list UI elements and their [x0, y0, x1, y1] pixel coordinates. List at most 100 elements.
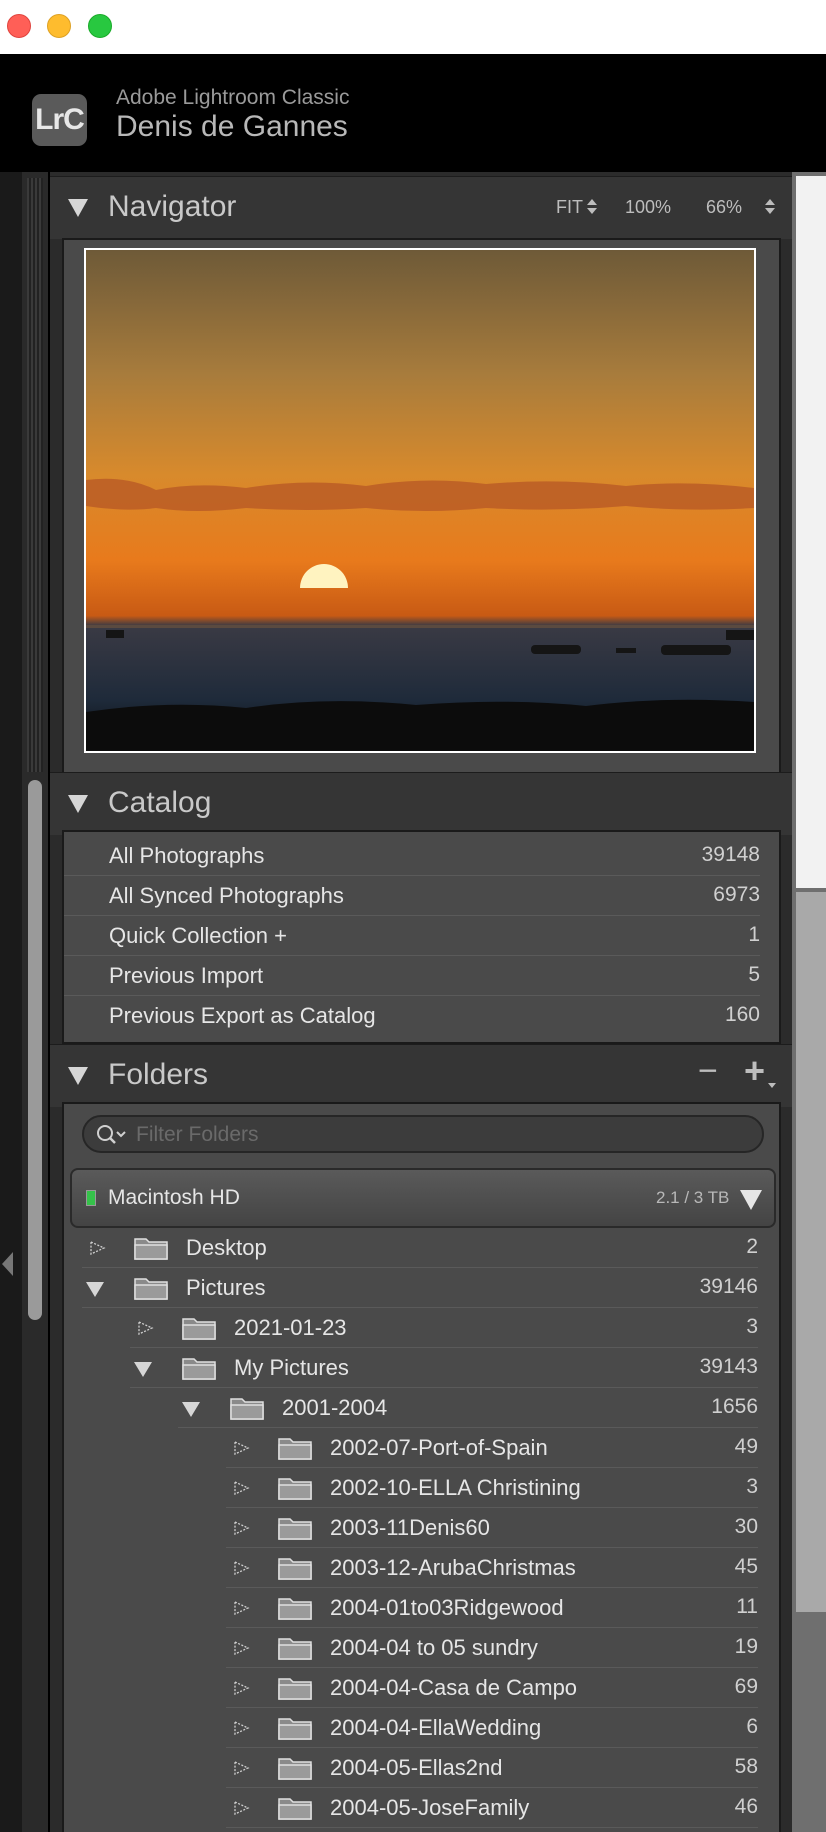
triangle-down-icon[interactable]	[68, 199, 88, 217]
folder-icon	[278, 1478, 312, 1500]
folder-label: 2004-04 to 05 sundry	[330, 1635, 538, 1660]
catalog-title: Catalog	[108, 786, 212, 819]
folder-row[interactable]: 2004-05-Ellas2nd 58	[226, 1748, 758, 1788]
folder-row[interactable]: 2002-10-ELLA Christining 3	[226, 1468, 758, 1508]
triangle-right-icon[interactable]	[234, 1801, 250, 1815]
folder-count: 2	[746, 1235, 758, 1258]
folder-row[interactable]: 2004-04-EllaWedding 6	[226, 1708, 758, 1748]
catalog-item-label: All Photographs	[109, 843, 265, 868]
catalog-item-all-synced-photographs[interactable]: All Synced Photographs 6973	[64, 876, 760, 916]
folder-row[interactable]: Desktop 2	[82, 1228, 758, 1268]
folder-row[interactable]: My Pictures 39143	[130, 1348, 758, 1388]
catalog-item-previous-import[interactable]: Previous Import 5	[64, 956, 760, 996]
catalog-item-quick-collection[interactable]: Quick Collection + 1	[64, 916, 760, 956]
dropdown-arrow-icon[interactable]	[768, 1083, 776, 1088]
folder-row[interactable]: 2004-04-Casa de Campo 69	[226, 1668, 758, 1708]
folder-icon	[182, 1358, 216, 1380]
folder-label: 2004-05-Ellas2nd	[330, 1755, 503, 1780]
zoom-fit-button[interactable]: FIT	[556, 197, 583, 218]
folder-row[interactable]: 2004-01to03Ridgewood 11	[226, 1588, 758, 1628]
folder-label: 2004-04-EllaWedding	[330, 1715, 542, 1740]
triangle-right-icon[interactable]	[234, 1641, 250, 1655]
folder-label: 2021-01-23	[234, 1315, 347, 1340]
catalog-item-label: Previous Export as Catalog	[109, 1003, 376, 1028]
folder-label: 2004-04-Casa de Campo	[330, 1675, 578, 1700]
volume-status-icon	[86, 1190, 96, 1206]
folder-count: 1656	[711, 1395, 758, 1418]
folder-row[interactable]: 2001-2004 1656	[178, 1388, 758, 1428]
minimize-window-button[interactable]	[47, 14, 71, 38]
triangle-right-icon[interactable]	[234, 1681, 250, 1695]
updown-arrow-icon	[765, 208, 775, 214]
left-panel-edge[interactable]	[0, 172, 22, 1832]
zoom-custom-button[interactable]: 66%	[706, 197, 742, 218]
triangle-down-icon[interactable]	[68, 1067, 88, 1085]
remove-folder-button[interactable]: −	[698, 1052, 718, 1091]
triangle-right-icon[interactable]	[234, 1441, 250, 1455]
folder-icon	[278, 1798, 312, 1820]
folder-label: 2002-10-ELLA Christining	[330, 1475, 581, 1500]
window-titlebar	[0, 0, 826, 54]
folder-count: 49	[734, 1435, 758, 1458]
folder-count: 39143	[699, 1355, 758, 1378]
close-window-button[interactable]	[7, 14, 31, 38]
triangle-down-icon[interactable]	[68, 795, 88, 813]
main-view-light-area	[796, 176, 826, 888]
triangle-down-icon[interactable]	[740, 1190, 762, 1210]
folder-row[interactable]: 2004-05-JoseFamily 46	[226, 1788, 758, 1828]
folder-count: 3	[746, 1315, 758, 1338]
folder-label: Pictures	[186, 1275, 266, 1300]
zoom-window-button[interactable]	[88, 14, 112, 38]
folder-count: 45	[734, 1555, 758, 1578]
catalog-item-count: 1	[748, 923, 760, 946]
folder-row[interactable]: 2004-04 to 05 sundry 19	[226, 1628, 758, 1668]
folders-title: Folders	[108, 1058, 209, 1091]
catalog-item-count: 39148	[701, 843, 760, 866]
folder-count: 39146	[699, 1275, 758, 1298]
folders-header[interactable]: Folders − +	[50, 1044, 792, 1107]
filter-folders-input[interactable]: Filter Folders	[82, 1115, 764, 1153]
folder-row[interactable]: Pictures 39146	[82, 1268, 758, 1308]
navigator-preview[interactable]	[84, 248, 756, 753]
triangle-right-icon[interactable]	[234, 1561, 250, 1575]
triangle-down-icon[interactable]	[134, 1362, 152, 1377]
folder-row[interactable]: 2021-01-23 3	[130, 1308, 758, 1348]
main-view-grey-area	[796, 892, 826, 1612]
triangle-right-icon[interactable]	[234, 1481, 250, 1495]
triangle-down-icon[interactable]	[86, 1282, 104, 1297]
triangle-right-icon[interactable]	[90, 1241, 106, 1255]
catalog-header[interactable]: Catalog	[50, 772, 792, 835]
triangle-right-icon[interactable]	[234, 1721, 250, 1735]
folder-label: Desktop	[186, 1235, 267, 1260]
volume-macintosh-hd[interactable]: Macintosh HD 2.1 / 3 TB	[70, 1168, 776, 1228]
folder-label: 2003-12-ArubaChristmas	[330, 1555, 576, 1580]
collapse-left-panel-icon[interactable]	[2, 1252, 13, 1276]
volume-usage: 2.1 / 3 TB	[656, 1188, 730, 1207]
volume-name: Macintosh HD	[108, 1186, 240, 1209]
add-folder-button[interactable]: +	[744, 1050, 765, 1092]
triangle-right-icon[interactable]	[234, 1761, 250, 1775]
scrollbar-thumb[interactable]	[28, 780, 42, 1320]
folder-count: 6	[746, 1715, 758, 1738]
folder-row[interactable]: 2003-12-ArubaChristmas 45	[226, 1548, 758, 1588]
catalog-item-previous-export[interactable]: Previous Export as Catalog 160	[64, 996, 760, 1036]
folder-icon	[278, 1598, 312, 1620]
zoom-100-button[interactable]: 100%	[625, 197, 671, 218]
triangle-right-icon[interactable]	[234, 1601, 250, 1615]
triangle-right-icon[interactable]	[138, 1321, 154, 1335]
folder-row[interactable]: 2002-07-Port-of-Spain 49	[226, 1428, 758, 1468]
folder-count: 69	[734, 1675, 758, 1698]
catalog-item-count: 160	[724, 1003, 760, 1026]
navigator-header[interactable]: Navigator FIT 100% 66%	[50, 176, 792, 239]
folder-label: 2003-11Denis60	[330, 1515, 490, 1540]
folder-icon	[182, 1318, 216, 1340]
folder-icon	[278, 1518, 312, 1540]
folder-count: 58	[734, 1755, 758, 1778]
catalog-item-all-photographs[interactable]: All Photographs 39148	[64, 836, 760, 876]
app-name: Adobe Lightroom Classic	[116, 86, 350, 109]
triangle-right-icon[interactable]	[234, 1521, 250, 1535]
folder-row[interactable]: 2003-11Denis60 30	[226, 1508, 758, 1548]
folder-icon	[278, 1718, 312, 1740]
triangle-down-icon[interactable]	[182, 1402, 200, 1417]
sunset-photo	[86, 250, 754, 751]
